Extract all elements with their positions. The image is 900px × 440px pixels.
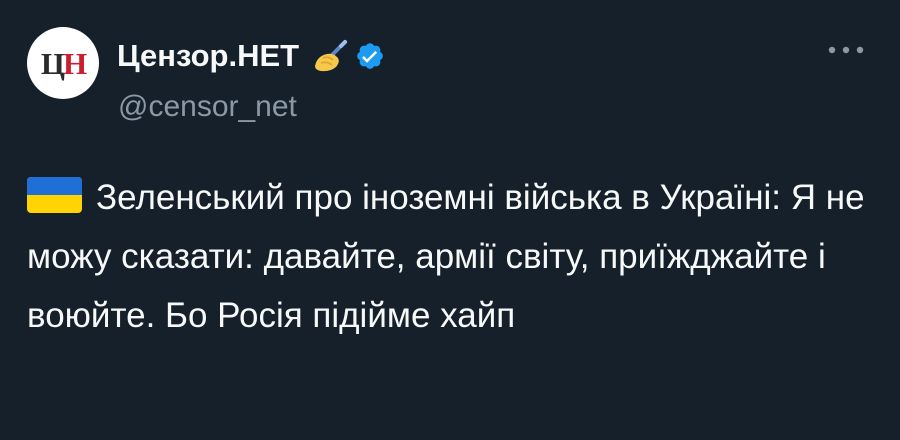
avatar-letter-2: Н [63,45,87,81]
author-handle[interactable]: @censor_net [118,90,297,124]
more-horizontal-icon[interactable] [826,40,866,60]
ukraine-flag-icon [27,177,82,213]
avatar-logo: ЦН [40,45,87,81]
tweet-body-text: Зеленський про іноземні війська в Україн… [27,178,865,335]
verified-badge-icon[interactable] [355,41,385,71]
tweet-text: Зеленський про іноземні війська в Україн… [27,168,877,345]
tweet-card[interactable]: ЦН Цензор.НЕТ @censor_net Зеленський про… [0,0,900,440]
avatar[interactable]: ЦН [27,27,99,99]
writing-hand-icon [315,40,348,72]
author-display-name[interactable]: Цензор.НЕТ [117,38,299,74]
avatar-letter-1: Ц [40,45,65,81]
author-name-row: Цензор.НЕТ [117,36,385,76]
